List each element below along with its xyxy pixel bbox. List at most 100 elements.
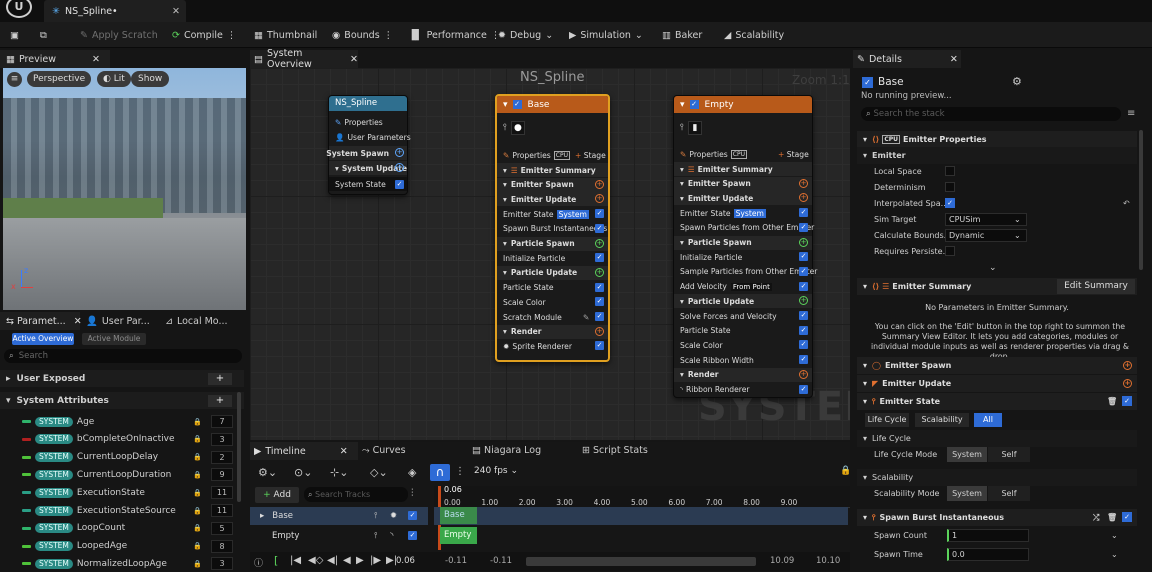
key-icon[interactable]: ◇⌄	[370, 466, 388, 479]
add-module-icon[interactable]: +	[595, 238, 604, 248]
enable-checkbox[interactable]: ✓	[799, 311, 808, 320]
stack-search-input[interactable]: ⌕ Search the stack	[861, 107, 1121, 121]
enable-checkbox[interactable]: ✓	[799, 281, 808, 291]
info-icon[interactable]: ⓘ	[254, 556, 263, 569]
calc-bounds-select[interactable]: Dynamic ⌄	[945, 229, 1027, 242]
play-reverse-icon[interactable]: ◀	[343, 555, 351, 566]
enable-checkbox[interactable]: ✓	[408, 531, 417, 540]
system-node[interactable]: NS_Spline ✎ Properties 👤 User Parameters S…	[326, 95, 411, 195]
view-end-value[interactable]: 10.09	[770, 556, 794, 566]
sim-target-select[interactable]: CPUSim ⌄	[945, 213, 1027, 226]
reset-icon[interactable]: ↶	[1123, 199, 1130, 208]
tab-niagara-log[interactable]: ▤ Niagara Log	[472, 445, 541, 456]
module-row[interactable]: Add Velocity From Point	[674, 280, 812, 294]
enable-checkbox[interactable]: ✓	[799, 355, 808, 365]
enable-checkbox[interactable]: ✓	[595, 253, 604, 263]
user-parameters-row[interactable]: 👤 User Parameters	[329, 130, 411, 144]
determinism-checkbox[interactable]	[945, 182, 955, 192]
delete-icon[interactable]: 🗑	[1107, 513, 1117, 522]
module-row[interactable]: Emitter State System	[497, 207, 608, 221]
edit-summary-button[interactable]: Edit Summary	[1057, 279, 1135, 294]
stage-row[interactable]: ▾ Emitter Update	[497, 192, 608, 207]
filter-icon[interactable]: ⫶	[411, 488, 414, 499]
add-track-button[interactable]: + Add	[255, 487, 299, 503]
module-row[interactable]: Emitter State System	[674, 206, 812, 220]
module-row[interactable]: Scratch Module ✎	[497, 310, 608, 324]
enable-checkbox[interactable]: ✓	[512, 100, 522, 109]
bounds-button[interactable]: ◉ Bounds ⋮	[332, 27, 393, 43]
enable-checkbox[interactable]: ✓	[595, 312, 604, 321]
module-row[interactable]: Particle State	[674, 324, 812, 338]
add-stage-button[interactable]: + Stage	[778, 150, 809, 159]
track-row[interactable]: Empty ⫯ ◝ ✓	[250, 527, 428, 545]
system-option[interactable]: System	[947, 486, 987, 501]
scrollbar[interactable]	[1139, 130, 1143, 270]
add-module-icon[interactable]: +	[395, 163, 404, 172]
requires-persistent-checkbox[interactable]	[945, 246, 955, 256]
emitter-properties-section[interactable]: ▾ ⟨⟩ CPU Emitter Properties	[857, 131, 1137, 148]
tab-user-parameters[interactable]: 👤 User Par...	[86, 312, 150, 330]
step-back-icon[interactable]: ◀|	[327, 555, 338, 566]
add-module-icon[interactable]: +	[595, 267, 604, 277]
close-icon[interactable]: ✕	[950, 54, 958, 65]
life-cycle-category[interactable]: ▾ Life Cycle	[857, 430, 1137, 447]
base-emitter-node[interactable]: ▾ ✓ Base ⫯ ● ✎ Properties CPU + Stage ▾ ☰ Emi…	[495, 94, 610, 362]
baker-button[interactable]: ▥ Baker	[662, 27, 702, 43]
system-option[interactable]: System	[947, 447, 987, 462]
module-row[interactable]: Initialize Particle	[497, 251, 608, 265]
tab-curves[interactable]: ⤳ Curves	[362, 445, 406, 456]
close-icon[interactable]: ✕	[74, 316, 82, 327]
settings-gear-icon[interactable]: ⚙	[1012, 75, 1022, 88]
parameter-row[interactable]: SYSTEM CurrentLoopDuration 🔒 9	[0, 466, 244, 483]
add-module-icon[interactable]: +	[595, 326, 604, 336]
track-search-input[interactable]: ⌕ Search Tracks	[304, 487, 408, 502]
active-module-tab[interactable]: Active Module	[82, 333, 146, 345]
local-space-checkbox[interactable]	[945, 166, 955, 176]
stage-row[interactable]: ▾ ☰ Emitter Summary	[497, 163, 608, 177]
user-exposed-section[interactable]: ▸ User Exposed +	[0, 370, 244, 387]
base-properties-row[interactable]: ✎ Properties CPU + Stage	[497, 148, 608, 162]
enable-checkbox[interactable]: ✓	[595, 209, 604, 219]
emitter-spawn-section[interactable]: ▾ ◯ Emitter Spawn +	[857, 357, 1137, 374]
tab-parameters[interactable]: ⇆ Paramet... ✕	[0, 312, 82, 330]
scalability-button[interactable]: ◢ Scalability	[724, 27, 784, 43]
filter-icon[interactable]: ≡	[1127, 108, 1135, 119]
enable-checkbox[interactable]: ✓	[799, 266, 808, 276]
range-start-icon[interactable]: [	[274, 554, 278, 567]
system-properties-row[interactable]: ✎ Properties	[329, 115, 407, 129]
stage-row[interactable]: ▾ ☰ Emitter Summary	[674, 162, 812, 176]
magnet-snap-button[interactable]: ∩	[430, 464, 450, 481]
module-row[interactable]: Scale Ribbon Width	[674, 353, 812, 367]
tab-scalability[interactable]: Scalability	[915, 413, 969, 427]
stage-row[interactable]: ▾ Emitter Spawn	[497, 177, 608, 192]
parameter-row[interactable]: SYSTEM ExecutionState 🔒 11	[0, 484, 244, 501]
stage-row[interactable]: ▾ Particle Update	[674, 294, 812, 309]
parameter-search-input[interactable]: ⌕ Search	[4, 349, 242, 363]
view-icon[interactable]: ⊙⌄	[294, 466, 312, 479]
spawn-time-input[interactable]: 0.0	[947, 548, 1029, 561]
browse-icon[interactable]: ⧉	[40, 27, 47, 43]
module-row[interactable]: Solve Forces and Velocity	[674, 309, 812, 323]
close-icon[interactable]: ✕	[340, 446, 348, 457]
tab-local-modules[interactable]: ⊿ Local Mo...	[165, 312, 228, 330]
debug-button[interactable]: ✹ Debug ⌄	[498, 27, 553, 43]
track-section[interactable]: Base	[440, 507, 477, 524]
add-module-icon[interactable]: +	[595, 179, 604, 189]
enable-checkbox[interactable]: ✓	[799, 325, 808, 335]
enable-checkbox[interactable]: ✓	[395, 180, 404, 189]
stage-row[interactable]: ▾ Render	[497, 324, 608, 339]
scrollbar[interactable]	[237, 392, 241, 502]
module-row[interactable]: Particle State	[497, 281, 608, 295]
add-module-icon[interactable]: +	[395, 148, 404, 157]
range-end-value[interactable]: 10.10	[816, 556, 840, 566]
parameter-row[interactable]: SYSTEM ExecutionStateSource 🔒 11	[0, 502, 244, 519]
interpolated-spawn-checkbox[interactable]: ✓	[945, 198, 955, 208]
preview-viewport[interactable]: ≡ Perspective ◐ Lit Show z x	[3, 68, 246, 310]
perspective-button[interactable]: Perspective	[27, 71, 92, 87]
parameter-row[interactable]: SYSTEM bCompleteOnInactive 🔒 3	[0, 431, 244, 448]
parameter-row[interactable]: SYSTEM Age 🔒 7	[0, 413, 244, 430]
wrench-icon[interactable]: ⚙⌄	[258, 466, 277, 479]
close-icon[interactable]: ✕	[92, 54, 100, 65]
stage-row[interactable]: ▾ Emitter Spawn	[674, 176, 812, 191]
add-module-icon[interactable]: +	[799, 369, 808, 379]
